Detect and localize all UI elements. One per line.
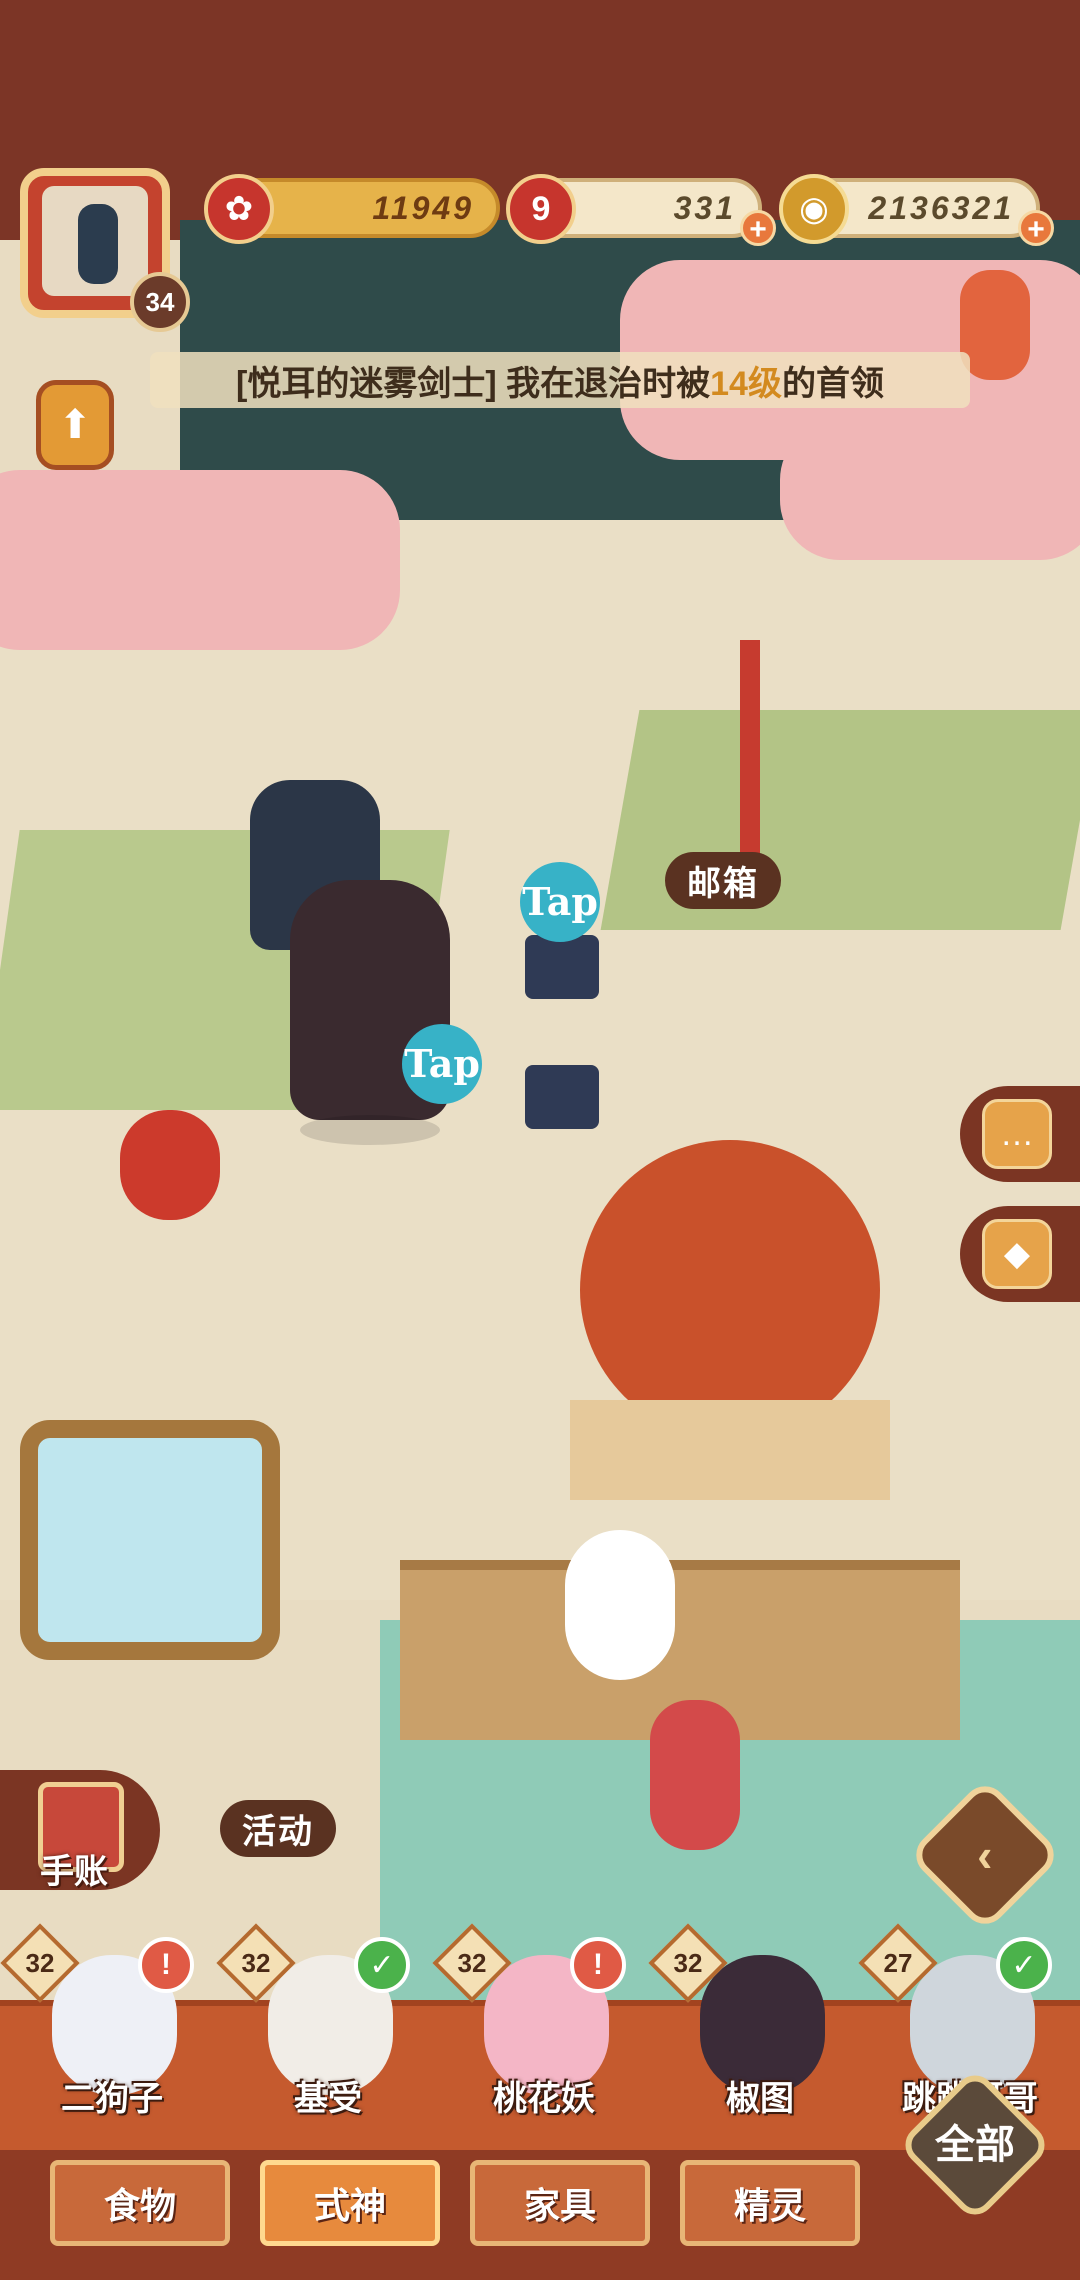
tab-furniture[interactable]: 家具	[470, 2160, 650, 2246]
character-name: 二狗子	[61, 2080, 163, 2118]
currency-magatama-value: 331	[673, 190, 736, 226]
character-card[interactable]: 32 ✓ 基受	[216, 1923, 428, 2120]
plum-blossom-icon: ✿	[204, 174, 274, 244]
handbook-button[interactable]: 手账	[0, 1770, 160, 1891]
add-magatama-button[interactable]: +	[740, 210, 776, 246]
stool-seat[interactable]	[525, 1065, 599, 1129]
chevron-left-icon: ‹	[977, 1828, 993, 1881]
cherry-blossom-cloud	[0, 470, 400, 650]
tab-shikigami[interactable]: 式神	[260, 2160, 440, 2246]
avatar-figure	[78, 204, 118, 284]
mailbox-post[interactable]	[740, 640, 760, 860]
news-ticker[interactable]: [悦耳的迷雾剑士] 我在退治时被 14级 的首领	[150, 352, 970, 408]
tatami-mat	[570, 1400, 890, 1500]
white-ghost-archer[interactable]	[565, 1530, 675, 1680]
currency-bar-primary[interactable]: ✿ 11949	[204, 174, 500, 244]
food-bag-button[interactable]: ◆	[960, 1206, 1080, 1302]
mailbox-label[interactable]: 邮箱	[665, 852, 781, 909]
tap-bubble[interactable]: Tap	[520, 862, 600, 942]
activity-label[interactable]: 活动	[220, 1800, 336, 1857]
news-suffix: 的首领	[781, 364, 884, 403]
character-shadow	[300, 1115, 440, 1145]
arrow-up-icon: ⬆	[58, 403, 92, 447]
request-icon: !	[570, 1937, 626, 1993]
add-coin-button[interactable]: +	[1018, 210, 1054, 246]
hot-spring-pool[interactable]	[20, 1420, 280, 1660]
currency-coin-value: 2136321	[868, 190, 1014, 226]
chat-button[interactable]: …	[960, 1086, 1080, 1182]
masked-fisher-character[interactable]	[650, 1700, 740, 1850]
magatama-icon: 9	[506, 174, 576, 244]
character-name: 椒图	[726, 2080, 794, 2118]
player-level-badge: 34	[130, 272, 190, 332]
check-icon: ✓	[996, 1937, 1052, 1993]
news-highlight: 14级	[710, 364, 782, 403]
character-card[interactable]: 32 ! 桃花妖	[432, 1923, 644, 2120]
currency-primary-value: 11949	[372, 190, 474, 226]
tap-bubble[interactable]: Tap	[402, 1024, 482, 1104]
tab-sprite[interactable]: 精灵	[680, 2160, 860, 2246]
check-icon: ✓	[354, 1937, 410, 1993]
avatar-portrait	[42, 186, 148, 296]
daruma-doll[interactable]	[120, 1110, 220, 1220]
currency-bar-magatama[interactable]: 9 331 +	[506, 174, 776, 246]
character-card[interactable]: 32 椒图	[648, 1923, 860, 2120]
carp-kite	[960, 270, 1030, 380]
request-icon: !	[138, 1937, 194, 1993]
handbook-label: 手账	[40, 1853, 108, 1891]
tab-food[interactable]: 食物	[50, 2160, 230, 2246]
character-name: 桃花妖	[493, 2080, 595, 2118]
cherry-blossom-cloud	[780, 420, 1080, 560]
news-prefix: [悦耳的迷雾剑士] 我在退治时被	[236, 364, 711, 403]
character-name: 基受	[294, 2080, 362, 2118]
stool-seat[interactable]	[525, 935, 599, 999]
currency-bar-coin[interactable]: ◉ 2136321 +	[779, 174, 1054, 246]
level-up-lantern-button[interactable]: ⬆	[36, 380, 114, 470]
coin-icon: ◉	[779, 174, 849, 244]
red-umbrella[interactable]	[580, 1140, 880, 1440]
rice-bag-icon: ◆	[982, 1219, 1052, 1289]
character-card[interactable]: 32 ! 二狗子	[0, 1923, 212, 2120]
chat-bubble-icon: …	[982, 1099, 1052, 1169]
